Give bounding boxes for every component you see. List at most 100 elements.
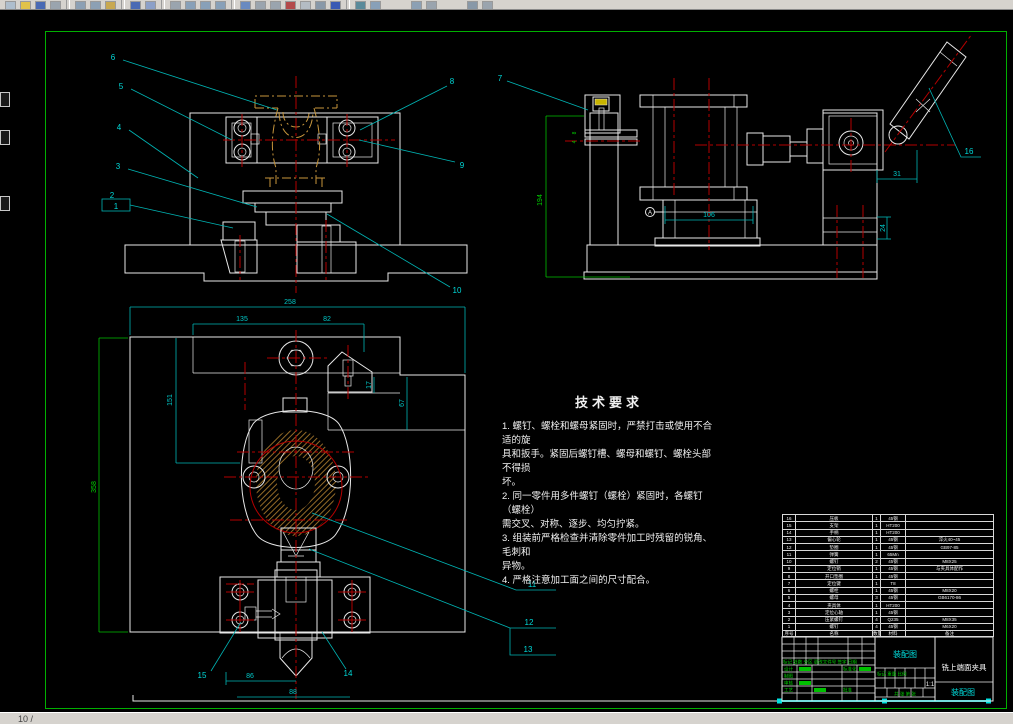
callout-10[interactable]: 10: [453, 286, 462, 295]
bom-row: 10 螺钉 2 45钢 M8X25: [782, 557, 994, 566]
bom-cell: [905, 550, 994, 559]
bom-row: 2 压紧螺钉 4 Q235 M8X35: [782, 615, 994, 624]
bom-cell: 4: [872, 615, 881, 624]
dim-86[interactable]: 86: [246, 673, 254, 680]
callout-1[interactable]: 1: [114, 202, 119, 211]
bom-cell: Q235: [880, 615, 906, 624]
dim-24[interactable]: 24: [880, 224, 887, 232]
dim-31[interactable]: 31: [893, 171, 901, 178]
tech-req-body: 1. 螺钉、螺栓和螺母紧固时，严禁打击或使用不合适的旋 具和扳手。紧固后螺钉槽、螺…: [502, 420, 716, 588]
bom-cell: HT200: [880, 600, 906, 610]
dim-88[interactable]: 88: [289, 689, 297, 696]
bom-cell: 3: [782, 608, 796, 617]
bom-cell: 与夹具体配作: [905, 564, 994, 574]
titleblock-product-name: 铣上端面夹具: [942, 662, 987, 672]
tech-req-line: 需交叉、对称、逐步、均匀拧紧。: [502, 519, 645, 530]
bom-cell: M8X35: [905, 615, 994, 624]
bom-row: 5 螺母 3 45钢 GB6170-86: [782, 593, 994, 603]
revision-header: 标记 处数 分区 更改文件号 签字 日期: [783, 659, 857, 666]
callout-15[interactable]: 15: [198, 671, 207, 680]
sig-process: 工艺: [784, 688, 793, 693]
bom-cell: 压板: [795, 513, 873, 523]
bom-row: 13 偏心轮 1 45钢 淬火40~45: [782, 535, 994, 545]
bom-cell: 16: [782, 513, 796, 523]
dim-67[interactable]: 67: [399, 399, 406, 407]
bom-cell: 1: [872, 579, 881, 588]
bom-cell: [905, 521, 994, 530]
bom-row: 1 螺钉 4 45钢 M6X20: [782, 622, 994, 632]
side-view[interactable]: 8 4 194 106 31 24 A 7 16: [498, 33, 981, 280]
bom-cell: 45钢: [880, 535, 906, 545]
bom-cell: 淬火40~45: [905, 535, 994, 545]
side-dimensions[interactable]: 194 106 31 24: [537, 115, 918, 278]
dim-258[interactable]: 258: [284, 299, 296, 306]
callout-4[interactable]: 4: [117, 123, 122, 132]
status-bar[interactable]: 10 /: [0, 712, 1013, 724]
clamp-handle[interactable]: [884, 33, 973, 153]
bom-header-cell: 数量: [872, 630, 881, 637]
datum-symbol[interactable]: A: [645, 207, 664, 217]
tech-req-line: 坏。: [502, 477, 522, 488]
bom-cell: 手柄: [795, 528, 873, 537]
plan-view[interactable]: 258 135 82 358 151 17 67 86 88 15 14 11 …: [91, 299, 556, 700]
dim-gap8[interactable]: 8: [572, 131, 578, 134]
bom-cell: 14: [782, 528, 796, 537]
dim-106[interactable]: 106: [703, 212, 715, 219]
bom-cell: GB6170-86: [905, 593, 994, 603]
bom-parts-list[interactable]: 16 压板 1 45钢 15 支架 1 HT200 14 手柄 1 HT200 13 偏心轮 1 45钢 淬火4…: [782, 513, 994, 637]
callout-12[interactable]: 12: [525, 618, 534, 627]
bom-cell: 偏心轮: [795, 535, 873, 545]
callout-8[interactable]: 8: [450, 77, 455, 86]
callout-5[interactable]: 5: [119, 82, 124, 91]
cad-application-window: { "toolbar": { "items": [ {"kind":"icon"…: [0, 0, 1013, 724]
bom-cell: 1: [782, 622, 796, 632]
bom-row: 16 压板 1 45钢: [782, 513, 994, 523]
bom-cell: 1: [872, 608, 881, 617]
bom-cell: 螺栓: [795, 586, 873, 595]
callout-7[interactable]: 7: [498, 74, 503, 83]
grip-handle[interactable]: [777, 698, 782, 704]
callout-2[interactable]: 2: [110, 191, 115, 200]
bom-cell: 45钢: [880, 622, 906, 632]
bom-cell: 压紧螺钉: [795, 615, 873, 624]
front-view[interactable]: 6 5 4 3 2 1 8 9 10: [101, 53, 468, 295]
bom-cell: 4: [782, 600, 796, 610]
dim-135[interactable]: 135: [236, 316, 248, 323]
callout-9[interactable]: 9: [460, 161, 465, 170]
titleblock-type: 装配图: [893, 649, 917, 659]
bom-cell: 定位心轴: [795, 608, 873, 617]
dim-gap4[interactable]: 4: [572, 140, 578, 143]
callout-14[interactable]: 14: [344, 669, 353, 678]
tech-req-line: 4. 严格注意加工面之间的尺寸配合。: [502, 575, 656, 586]
bom-cell: 1: [872, 564, 881, 574]
signature-mark: [799, 681, 811, 685]
front-callout-leaders[interactable]: [101, 59, 456, 288]
callout-16[interactable]: 16: [965, 147, 974, 156]
bom-cell: [905, 513, 994, 523]
dim-17[interactable]: 17: [366, 381, 373, 389]
dim-358[interactable]: 358: [91, 481, 98, 493]
bom-row: 15 支架 1 HT200: [782, 521, 994, 530]
callout-3[interactable]: 3: [116, 162, 121, 171]
callout-13[interactable]: 13: [524, 645, 533, 654]
bom-cell: [905, 528, 994, 537]
bom-cell: 10: [782, 557, 796, 566]
bom-cell: 1: [872, 528, 881, 537]
dim-82[interactable]: 82: [323, 316, 331, 323]
bom-cell: 45钢: [880, 564, 906, 574]
sig-standard: 标准化: [843, 666, 857, 673]
bom-header-cell: 备注: [905, 630, 994, 637]
side-callout-leaders[interactable]: [506, 80, 981, 158]
bom-header-cell: 名称: [795, 630, 873, 637]
bom-cell: 1: [872, 535, 881, 545]
bom-cell: 螺钉: [795, 622, 873, 632]
bom-cell: 1: [872, 600, 881, 610]
title-block[interactable]: 标记 处数 分区 更改文件号 签字 日期 设计 制图 审核 工艺 标准化 批准 …: [781, 636, 994, 702]
bom-cell: 1: [872, 550, 881, 559]
bom-cell: 4: [872, 622, 881, 632]
sig-check: 审核: [784, 680, 793, 687]
dim-151[interactable]: 151: [167, 394, 174, 406]
dim-194[interactable]: 194: [537, 194, 544, 206]
bom-row: 8 开口垫圈 1 45钢: [782, 571, 994, 581]
callout-6[interactable]: 6: [111, 53, 116, 62]
